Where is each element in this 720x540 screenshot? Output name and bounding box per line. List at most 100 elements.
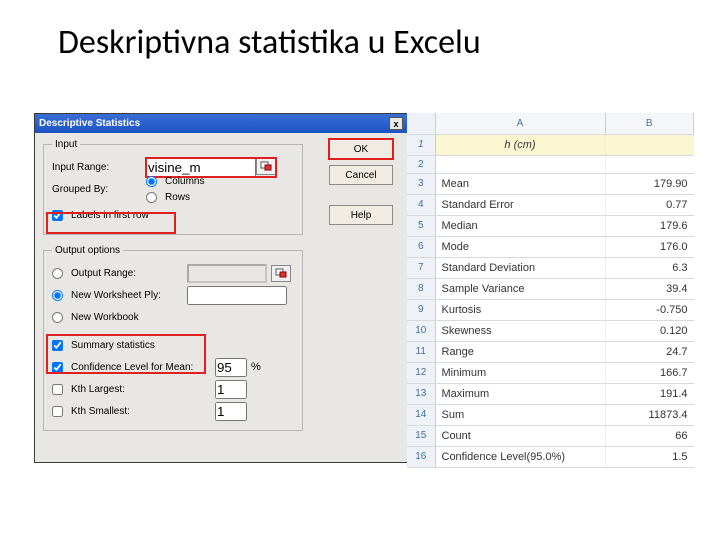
close-icon[interactable]: x <box>389 117 403 130</box>
cell-a[interactable]: Mean <box>435 173 605 194</box>
range-picker-icon[interactable] <box>271 265 291 282</box>
cell-b[interactable]: 1.5 <box>605 446 694 467</box>
cell-b[interactable]: 176.0 <box>605 236 694 257</box>
row-number[interactable]: 12 <box>407 362 435 383</box>
cell-b[interactable]: 11873.4 <box>605 404 694 425</box>
cell-a[interactable] <box>435 155 605 173</box>
output-legend: Output options <box>52 245 123 256</box>
cell-b[interactable]: 6.3 <box>605 257 694 278</box>
new-worksheet-input[interactable] <box>187 286 287 305</box>
row-number[interactable]: 8 <box>407 278 435 299</box>
kth-largest-label: Kth Largest: <box>71 384 211 395</box>
row-number[interactable]: 13 <box>407 383 435 404</box>
table-row[interactable]: 15Count66 <box>407 425 694 446</box>
output-range-label: Output Range: <box>71 268 183 279</box>
row-number[interactable]: 14 <box>407 404 435 425</box>
dialog-title: Descriptive Statistics <box>39 118 389 129</box>
kth-largest-checkbox[interactable] <box>52 384 63 395</box>
row-number[interactable]: 1 <box>407 134 435 155</box>
cell-b[interactable]: 39.4 <box>605 278 694 299</box>
table-row[interactable]: 8Sample Variance39.4 <box>407 278 694 299</box>
table-row[interactable]: 16Confidence Level(95.0%)1.5 <box>407 446 694 467</box>
new-worksheet-radio[interactable] <box>52 290 63 301</box>
summary-statistics-checkbox[interactable] <box>52 340 63 351</box>
row-number[interactable]: 5 <box>407 215 435 236</box>
cell-b[interactable]: 166.7 <box>605 362 694 383</box>
cell-b[interactable]: 0.77 <box>605 194 694 215</box>
table-row[interactable]: 4Standard Error0.77 <box>407 194 694 215</box>
row-number[interactable]: 7 <box>407 257 435 278</box>
col-header-b[interactable]: B <box>605 113 694 134</box>
rows-radio[interactable] <box>146 192 157 203</box>
confidence-level-input[interactable] <box>215 358 247 377</box>
cell-a[interactable]: h (cm) <box>435 134 605 155</box>
table-row[interactable]: 3Mean179.90 <box>407 173 694 194</box>
grouped-by-label: Grouped By: <box>52 184 142 195</box>
cell-a[interactable]: Standard Deviation <box>435 257 605 278</box>
cell-b[interactable]: 179.90 <box>605 173 694 194</box>
corner-cell[interactable] <box>407 113 435 134</box>
cell-a[interactable]: Confidence Level(95.0%) <box>435 446 605 467</box>
row-number[interactable]: 4 <box>407 194 435 215</box>
cell-b[interactable] <box>605 134 694 155</box>
confidence-level-label: Confidence Level for Mean: <box>71 362 211 373</box>
row-number[interactable]: 15 <box>407 425 435 446</box>
cell-b[interactable]: -0.750 <box>605 299 694 320</box>
row-number[interactable]: 10 <box>407 320 435 341</box>
cancel-button[interactable]: Cancel <box>329 165 393 185</box>
cell-a[interactable]: Range <box>435 341 605 362</box>
titlebar[interactable]: Descriptive Statistics x <box>35 114 407 133</box>
output-range-radio[interactable] <box>52 268 63 279</box>
row-number[interactable]: 6 <box>407 236 435 257</box>
cell-b[interactable]: 191.4 <box>605 383 694 404</box>
table-row[interactable]: 1h (cm) <box>407 134 694 155</box>
table-row[interactable]: 2 <box>407 155 694 173</box>
percent-label: % <box>251 361 261 373</box>
row-number[interactable]: 9 <box>407 299 435 320</box>
cell-a[interactable]: Skewness <box>435 320 605 341</box>
cell-b[interactable]: 24.7 <box>605 341 694 362</box>
table-row[interactable]: 10Skewness0.120 <box>407 320 694 341</box>
labels-first-row-checkbox[interactable] <box>52 210 63 221</box>
row-number[interactable]: 3 <box>407 173 435 194</box>
cell-a[interactable]: Kurtosis <box>435 299 605 320</box>
ok-button[interactable]: OK <box>329 139 393 159</box>
col-header-a[interactable]: A <box>435 113 605 134</box>
table-row[interactable]: 6Mode176.0 <box>407 236 694 257</box>
cell-a[interactable]: Mode <box>435 236 605 257</box>
table-row[interactable]: 14Sum11873.4 <box>407 404 694 425</box>
table-row[interactable]: 13Maximum191.4 <box>407 383 694 404</box>
table-row[interactable]: 7Standard Deviation6.3 <box>407 257 694 278</box>
new-workbook-radio[interactable] <box>52 312 63 323</box>
kth-smallest-label: Kth Smallest: <box>71 406 211 417</box>
range-picker-icon[interactable] <box>256 158 276 175</box>
rows-label: Rows <box>165 192 190 203</box>
cell-a[interactable]: Standard Error <box>435 194 605 215</box>
cell-b[interactable] <box>605 155 694 173</box>
columns-radio[interactable] <box>146 176 157 187</box>
table-row[interactable]: 12Minimum166.7 <box>407 362 694 383</box>
row-number[interactable]: 2 <box>407 155 435 173</box>
cell-b[interactable]: 66 <box>605 425 694 446</box>
row-number[interactable]: 11 <box>407 341 435 362</box>
kth-smallest-checkbox[interactable] <box>52 406 63 417</box>
cell-b[interactable]: 0.120 <box>605 320 694 341</box>
cell-a[interactable]: Median <box>435 215 605 236</box>
cell-b[interactable]: 179.6 <box>605 215 694 236</box>
confidence-level-checkbox[interactable] <box>52 362 63 373</box>
row-number[interactable]: 16 <box>407 446 435 467</box>
help-button[interactable]: Help <box>329 205 393 225</box>
cell-a[interactable]: Count <box>435 425 605 446</box>
cell-a[interactable]: Minimum <box>435 362 605 383</box>
table-row[interactable]: 5Median179.6 <box>407 215 694 236</box>
cell-a[interactable]: Sum <box>435 404 605 425</box>
table-row[interactable]: 9Kurtosis-0.750 <box>407 299 694 320</box>
columns-label: Columns <box>165 176 204 187</box>
table-row[interactable]: 11Range24.7 <box>407 341 694 362</box>
cell-a[interactable]: Maximum <box>435 383 605 404</box>
kth-largest-input[interactable] <box>215 380 247 399</box>
cell-a[interactable]: Sample Variance <box>435 278 605 299</box>
kth-smallest-input[interactable] <box>215 402 247 421</box>
slide-title: Deskriptivna statistika u Excelu <box>0 0 720 63</box>
spreadsheet[interactable]: A B 1h (cm)23Mean179.904Standard Error0.… <box>407 113 694 468</box>
